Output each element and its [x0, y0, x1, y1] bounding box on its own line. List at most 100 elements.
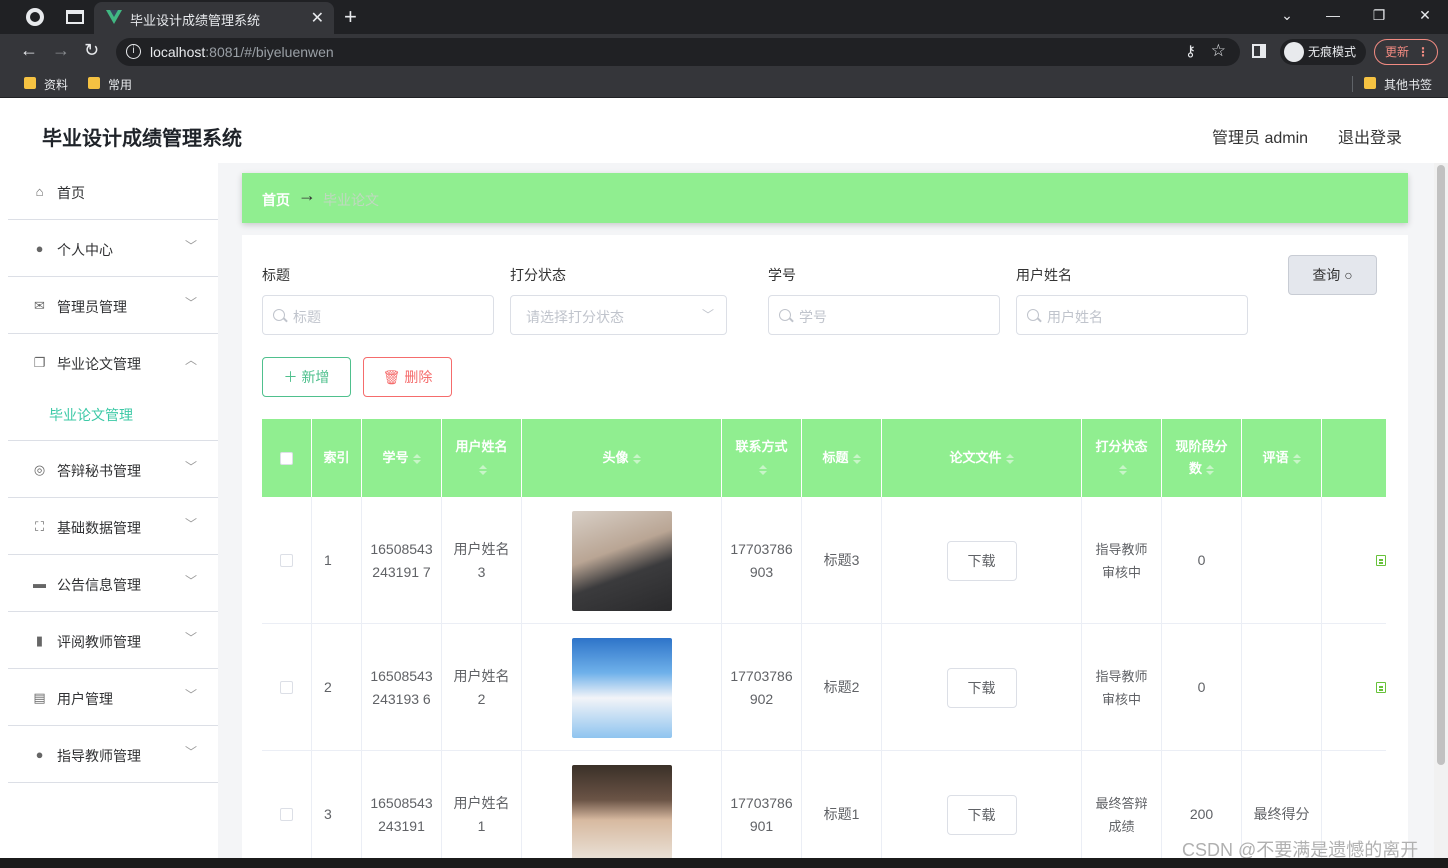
clipboard-icon: ▤	[33, 690, 46, 705]
sidebar-item[interactable]: ⛶ 基础数据管理 ﹀	[8, 498, 218, 555]
header-student-id[interactable]: 学号	[362, 419, 442, 497]
side-panel-icon[interactable]	[1252, 44, 1266, 58]
sidebar-item[interactable]: ● 个人中心 ﹀	[8, 220, 218, 277]
cell-phone: 17703786901	[722, 751, 802, 868]
download-button[interactable]: 下载	[946, 794, 1017, 835]
avatar[interactable]	[571, 510, 672, 611]
bookmarks-bar: 资料 常用 其他书签	[0, 70, 1448, 98]
logout-link[interactable]: 退出登录	[1338, 124, 1402, 148]
cell-index: 1	[312, 497, 362, 624]
restore-button[interactable]: ❐	[1356, 0, 1402, 34]
header-name[interactable]: 用户姓名	[442, 419, 522, 497]
header-score[interactable]: 现阶段分数	[1162, 419, 1242, 497]
cell-comment	[1242, 624, 1322, 751]
delete-button[interactable]: 🗑 删除	[363, 357, 452, 397]
cell-status: 最终答辩成绩	[1082, 751, 1162, 868]
cell-avatar	[522, 497, 722, 624]
avatar[interactable]	[571, 764, 672, 865]
row-checkbox[interactable]	[280, 554, 293, 567]
sidebar-item[interactable]: ▮ 评阅教师管理 ﹀	[8, 612, 218, 669]
sidebar-item[interactable]: ◎ 答辩秘书管理 ﹀	[8, 441, 218, 498]
sidebar-item-label: 公告信息管理	[57, 577, 141, 593]
bookmark-folder[interactable]: 资料	[24, 76, 68, 93]
search-icon: ○	[1344, 267, 1353, 283]
sidebar-item-label: 指导教师管理	[57, 748, 141, 764]
sidebar-item[interactable]: ⌂ 首页	[8, 163, 218, 220]
tab-search-icon[interactable]: ⌄	[1264, 0, 1310, 34]
status-select[interactable]: 请选择打分状态 ﹀	[510, 295, 727, 335]
sidebar-item[interactable]: ▤ 用户管理 ﹀	[8, 669, 218, 726]
header-comment[interactable]: 评语	[1242, 419, 1322, 497]
window-tab-icon[interactable]	[66, 10, 84, 24]
sort-icon[interactable]	[759, 464, 768, 475]
scrollbar-thumb[interactable]	[1437, 165, 1445, 765]
sidebar-item-label: 管理员管理	[57, 299, 127, 315]
sort-icon[interactable]	[412, 453, 421, 464]
breadcrumb-home[interactable]: 首页	[262, 190, 290, 210]
bookmarks-divider	[1352, 76, 1353, 92]
sidebar-item-label: 基础数据管理	[57, 520, 141, 536]
cell-file: 下载	[882, 624, 1082, 751]
select-all-checkbox[interactable]	[280, 451, 293, 465]
detail-icon[interactable]	[1376, 682, 1386, 693]
sidebar-subitem-active[interactable]: 毕业论文管理	[49, 405, 133, 425]
chevron-down-icon: ﹀	[185, 517, 198, 531]
sort-icon[interactable]	[479, 464, 488, 475]
site-info-icon[interactable]: i	[126, 44, 141, 59]
sidebar-item[interactable]: ✉ 管理员管理 ﹀	[8, 277, 218, 334]
sidebar-item[interactable]: ▬ 公告信息管理 ﹀	[8, 555, 218, 612]
header-file[interactable]: 论文文件	[882, 419, 1082, 497]
browser-tab-active[interactable]: 毕业设计成绩管理系统 ✕	[94, 2, 334, 34]
close-tab-icon[interactable]: ✕	[311, 8, 324, 28]
download-button[interactable]: 下载	[946, 540, 1017, 581]
bookmark-folder[interactable]: 常用	[88, 76, 132, 93]
query-button[interactable]: 查询 ○	[1288, 255, 1377, 295]
sort-icon[interactable]	[1292, 453, 1301, 464]
chevron-up-icon: ︿	[185, 353, 198, 367]
header-phone[interactable]: 联系方式	[722, 419, 802, 497]
omnibox[interactable]: i localhost:8081/#/biyeluenwen ⚷ ☆	[116, 38, 1240, 66]
header-status[interactable]: 打分状态	[1082, 419, 1162, 497]
title-search-input[interactable]: 标题	[262, 295, 494, 335]
sidebar-item[interactable]: ● 指导教师管理 ﹀	[8, 726, 218, 783]
more-icon[interactable]: ⋮	[1417, 40, 1429, 64]
update-button[interactable]: 更新 ⋮	[1374, 39, 1438, 65]
download-button[interactable]: 下载	[946, 667, 1017, 708]
sort-icon[interactable]	[1005, 453, 1014, 464]
new-tab-button[interactable]: +	[344, 4, 357, 30]
minimize-button[interactable]: —	[1310, 0, 1356, 34]
incognito-badge[interactable]: 无痕模式	[1280, 39, 1367, 65]
sort-icon[interactable]	[852, 453, 861, 464]
reload-icon[interactable]: ↻	[84, 40, 99, 61]
row-checkbox[interactable]	[280, 681, 293, 694]
table-row: 2 16508543243193 6 用户姓名2 17703786902 标题2 下载 指导…	[262, 624, 1386, 751]
cell-file: 下载	[882, 751, 1082, 868]
breadcrumb: 首页 → 毕业论文	[242, 173, 1408, 223]
key-icon[interactable]: ⚷	[1185, 42, 1196, 60]
student-id-search-input[interactable]: 学号	[768, 295, 1000, 335]
url-text[interactable]: localhost:8081/#/biyeluenwen	[150, 44, 334, 60]
page-scrollbar[interactable]	[1434, 163, 1448, 868]
header-title[interactable]: 标题	[802, 419, 882, 497]
row-checkbox[interactable]	[280, 808, 293, 821]
other-bookmarks[interactable]: 其他书签	[1364, 76, 1432, 93]
header-avatar[interactable]: 头像	[522, 419, 722, 497]
cell-name: 用户姓名1	[442, 751, 522, 868]
id-filter-label: 学号	[768, 267, 796, 283]
user-name-search-input[interactable]: 用户姓名	[1016, 295, 1248, 335]
forward-icon[interactable]: →	[52, 40, 70, 61]
avatar[interactable]	[571, 637, 672, 738]
back-icon[interactable]: ←	[20, 40, 38, 61]
sidebar-item[interactable]: ❐ 毕业论文管理 ︿ 毕业论文管理	[8, 334, 218, 441]
chevron-down-icon: ﹀	[185, 574, 198, 588]
detail-icon[interactable]	[1376, 555, 1386, 566]
sort-icon[interactable]	[1206, 464, 1214, 475]
sort-icon[interactable]	[1119, 464, 1128, 475]
globe-icon[interactable]	[26, 8, 44, 26]
sort-icon[interactable]	[632, 453, 641, 464]
window-controls: ⌄ — ❐ ✕	[1264, 0, 1448, 34]
cell-comment	[1242, 497, 1322, 624]
close-window-button[interactable]: ✕	[1402, 0, 1448, 34]
bookmark-star-icon[interactable]: ☆	[1211, 41, 1226, 61]
add-button[interactable]: ＋ 新增	[262, 357, 351, 397]
